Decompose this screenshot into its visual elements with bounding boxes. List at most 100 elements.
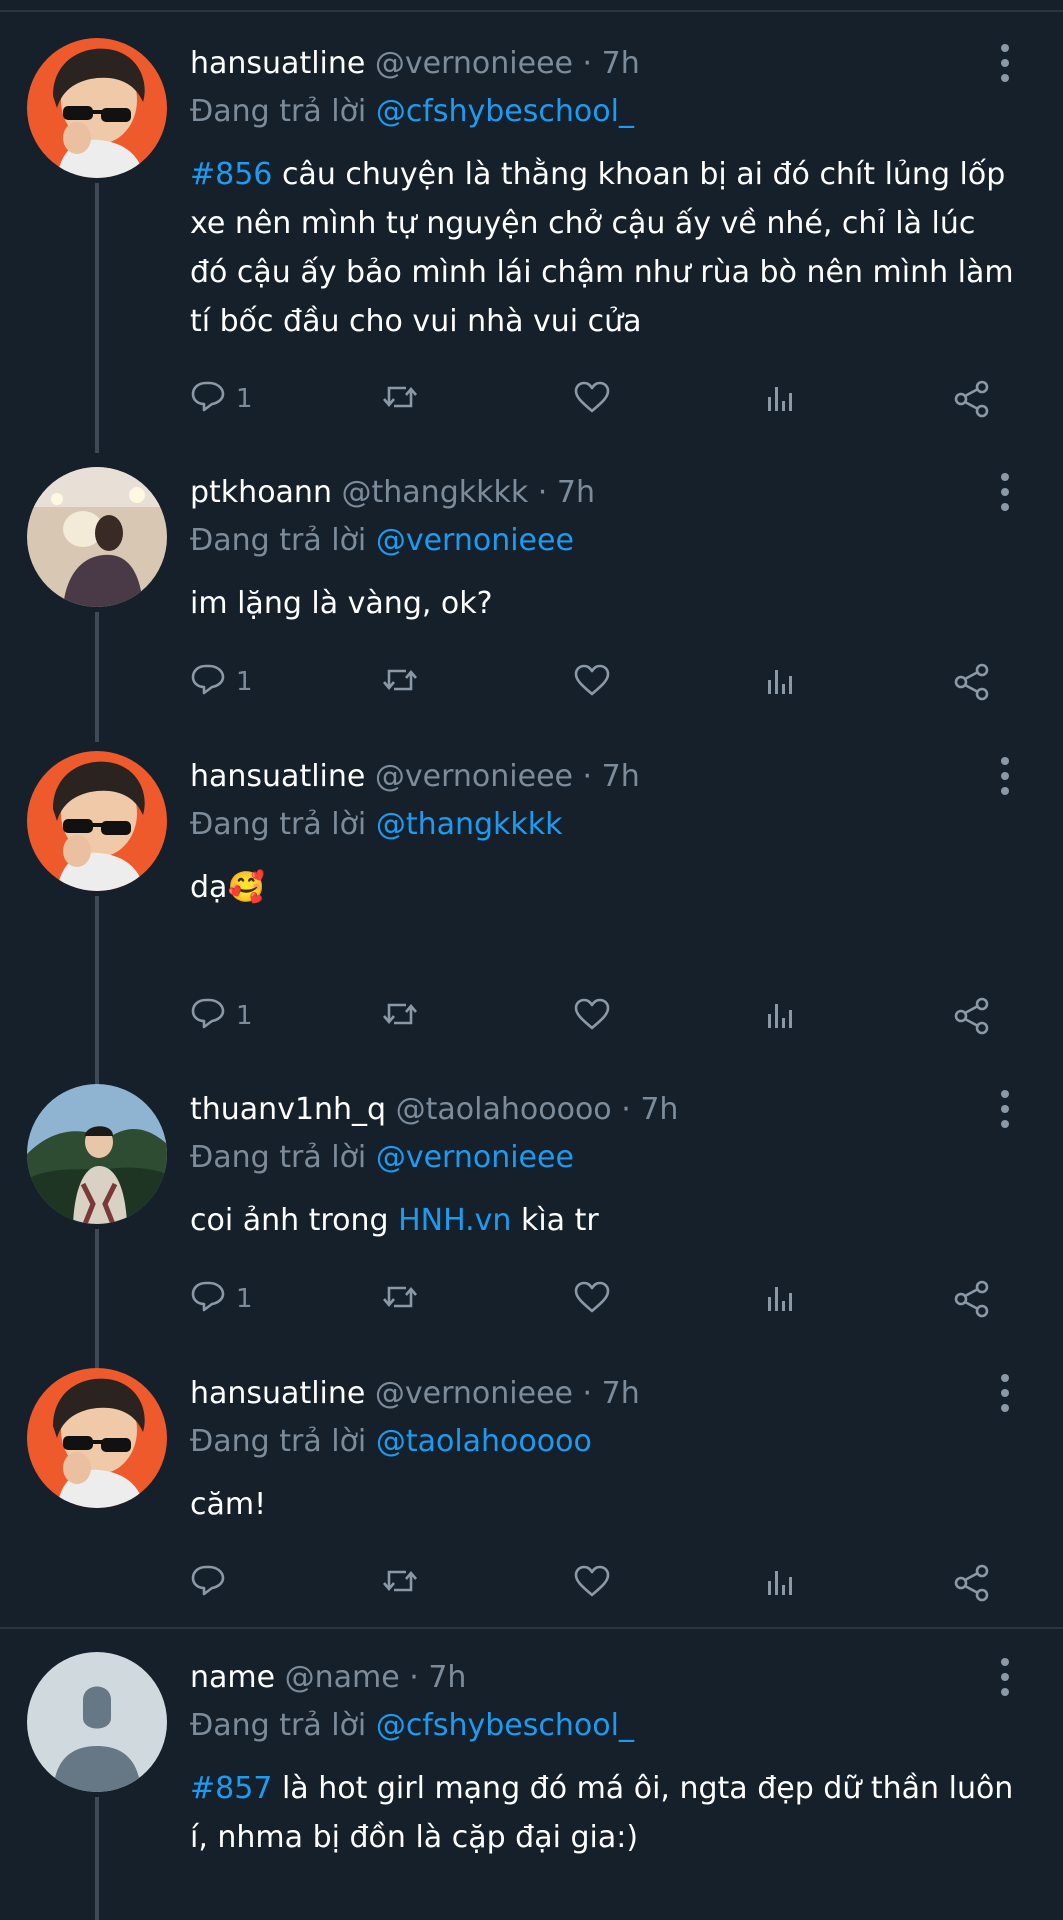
- vertical-dots-icon[interactable]: [990, 757, 1020, 797]
- vertical-dots-icon[interactable]: [990, 473, 1020, 513]
- retweet-button[interactable]: [380, 657, 420, 707]
- handle[interactable]: @vernonieee: [375, 1376, 573, 1411]
- avatar[interactable]: [27, 467, 167, 607]
- like-button[interactable]: [572, 1274, 612, 1324]
- speech-bubble-icon: [190, 1563, 230, 1603]
- vertical-dots-icon[interactable]: [990, 1374, 1020, 1414]
- handle[interactable]: @taolahooooo: [396, 1092, 612, 1127]
- replying-to-handle[interactable]: @thangkkkk: [376, 807, 563, 842]
- tweet-link[interactable]: HNH.vn: [398, 1203, 511, 1238]
- vertical-dots-icon[interactable]: [990, 1658, 1020, 1698]
- separator-dot: ·: [537, 475, 548, 510]
- replying-to-handle[interactable]: @cfshybeschool_: [376, 94, 634, 129]
- replying-to: Đang trả lời @cfshybeschool_: [190, 90, 634, 134]
- separator-dot: ·: [582, 1376, 593, 1411]
- speech-bubble-icon: [190, 996, 230, 1036]
- replying-to: Đang trả lời @cfshybeschool_: [190, 1704, 634, 1748]
- avatar[interactable]: [27, 38, 167, 178]
- display-name[interactable]: thuanv1nh_q: [190, 1092, 386, 1127]
- hashtag[interactable]: #857: [190, 1771, 272, 1806]
- replying-to-handle[interactable]: @vernonieee: [376, 523, 574, 558]
- share-button[interactable]: [953, 991, 993, 1041]
- replying-to-handle[interactable]: @taolahooooo: [376, 1424, 592, 1459]
- avatar[interactable]: [27, 1652, 167, 1792]
- tweet-text: #857 là hot girl mạng đó má ôi, ngta đẹp…: [190, 1764, 1020, 1862]
- share-nodes-icon: [953, 662, 993, 702]
- views-button[interactable]: [762, 1274, 802, 1324]
- tweet-header: ptkhoann @thangkkkk · 7h: [190, 471, 595, 515]
- share-nodes-icon: [953, 1563, 993, 1603]
- retweet-arrows-icon: [380, 1279, 420, 1319]
- display-name[interactable]: hansuatline: [190, 759, 365, 794]
- vertical-dots-icon[interactable]: [990, 44, 1020, 84]
- tweet-header: hansuatline @vernonieee · 7h: [190, 1372, 640, 1416]
- display-name[interactable]: name: [190, 1660, 275, 1695]
- display-name[interactable]: hansuatline: [190, 46, 365, 81]
- reply-button[interactable]: 1: [190, 991, 253, 1041]
- like-button[interactable]: [572, 1558, 612, 1608]
- speech-bubble-icon: [190, 662, 230, 702]
- tweet-text: coi ảnh trong HNH.vn kìa tr: [190, 1196, 1020, 1245]
- replying-to: Đang trả lời @vernonieee: [190, 519, 574, 563]
- top-divider: [0, 10, 1063, 12]
- share-button[interactable]: [953, 1558, 993, 1608]
- views-button[interactable]: [762, 1558, 802, 1608]
- like-button[interactable]: [572, 374, 612, 424]
- reply-button[interactable]: [190, 1558, 236, 1608]
- views-button[interactable]: [762, 657, 802, 707]
- avatar[interactable]: [27, 1084, 167, 1224]
- tweet-header: hansuatline @vernonieee · 7h: [190, 42, 640, 86]
- heart-icon: [572, 996, 612, 1036]
- replying-to-label: Đang trả lời: [190, 1424, 367, 1459]
- action-bar: 1: [190, 657, 1030, 707]
- tweet-text-body: dạ: [190, 870, 228, 905]
- tweet-header: thuanv1nh_q @taolahooooo · 7h: [190, 1088, 678, 1132]
- timestamp[interactable]: 7h: [602, 759, 640, 794]
- timestamp[interactable]: 7h: [602, 46, 640, 81]
- avatar[interactable]: [27, 751, 167, 891]
- like-button[interactable]: [572, 657, 612, 707]
- thread-line: [95, 612, 99, 742]
- reply-button[interactable]: 1: [190, 1274, 253, 1324]
- handle[interactable]: @vernonieee: [375, 759, 573, 794]
- tweet-header: hansuatline @vernonieee · 7h: [190, 755, 640, 799]
- action-bar: [190, 1558, 1030, 1608]
- share-button[interactable]: [953, 1274, 993, 1324]
- retweet-arrows-icon: [380, 662, 420, 702]
- reply-button[interactable]: 1: [190, 374, 253, 424]
- heart-icon: [572, 379, 612, 419]
- action-bar: 1: [190, 374, 1030, 424]
- timestamp[interactable]: 7h: [602, 1376, 640, 1411]
- retweet-button[interactable]: [380, 374, 420, 424]
- replying-to: Đang trả lời @taolahooooo: [190, 1420, 592, 1464]
- timestamp[interactable]: 7h: [640, 1092, 678, 1127]
- timestamp[interactable]: 7h: [557, 475, 595, 510]
- replying-to-handle[interactable]: @cfshybeschool_: [376, 1708, 634, 1743]
- timestamp[interactable]: 7h: [428, 1660, 466, 1695]
- handle[interactable]: @vernonieee: [375, 46, 573, 81]
- bar-chart-icon: [762, 996, 802, 1036]
- hashtag[interactable]: #856: [190, 157, 272, 192]
- handle[interactable]: @thangkkkk: [342, 475, 529, 510]
- tweet-text-before-link: coi ảnh trong: [190, 1203, 399, 1238]
- retweet-button[interactable]: [380, 991, 420, 1041]
- replying-to-handle[interactable]: @vernonieee: [376, 1140, 574, 1175]
- reply-button[interactable]: 1: [190, 657, 253, 707]
- speech-bubble-icon: [190, 1279, 230, 1319]
- display-name[interactable]: ptkhoann: [190, 475, 332, 510]
- tweet-text: im lặng là vàng, ok?: [190, 586, 493, 621]
- share-button[interactable]: [953, 657, 993, 707]
- retweet-button[interactable]: [380, 1274, 420, 1324]
- vertical-dots-icon[interactable]: [990, 1090, 1020, 1130]
- display-name[interactable]: hansuatline: [190, 1376, 365, 1411]
- share-button[interactable]: [953, 374, 993, 424]
- like-button[interactable]: [572, 991, 612, 1041]
- handle[interactable]: @name: [285, 1660, 400, 1695]
- separator-dot: ·: [582, 759, 593, 794]
- bar-chart-icon: [762, 1563, 802, 1603]
- reply-count: 1: [236, 667, 253, 697]
- retweet-button[interactable]: [380, 1558, 420, 1608]
- views-button[interactable]: [762, 991, 802, 1041]
- avatar[interactable]: [27, 1368, 167, 1508]
- views-button[interactable]: [762, 374, 802, 424]
